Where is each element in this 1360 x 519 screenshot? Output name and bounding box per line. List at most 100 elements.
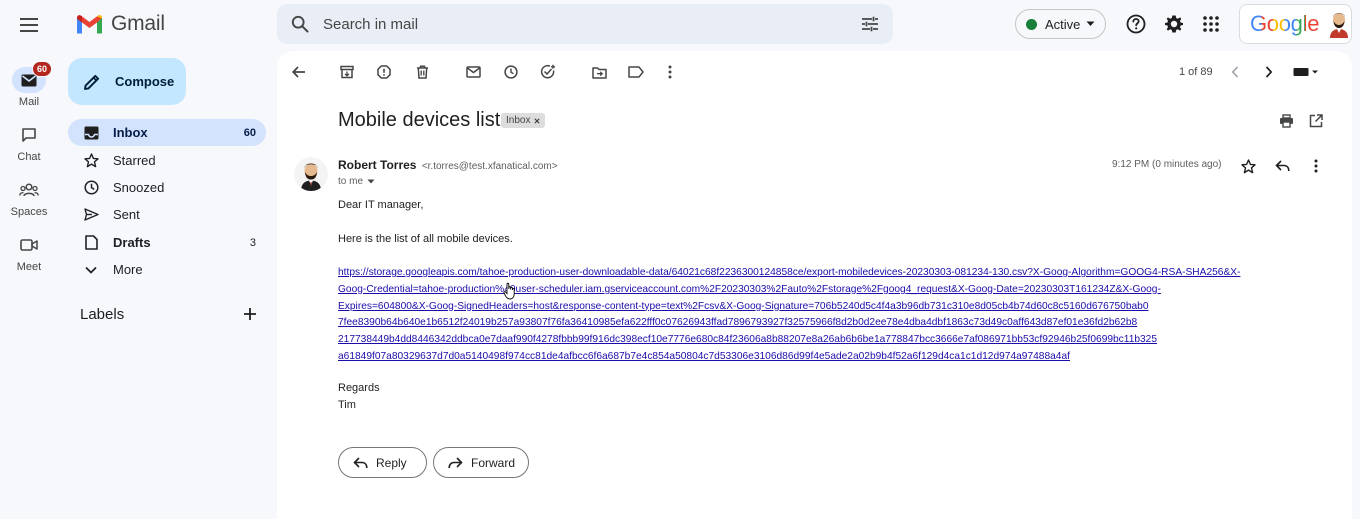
- input-tools-button[interactable]: [1292, 63, 1320, 81]
- label-icon: [628, 66, 644, 78]
- star-button[interactable]: [1239, 157, 1257, 175]
- chevron-right-icon: [1265, 66, 1273, 78]
- email-signoff: Regards: [338, 382, 380, 394]
- sidebar-item-label: Drafts: [113, 235, 151, 250]
- sidebar-item-snoozed[interactable]: Snoozed: [68, 174, 266, 201]
- google-account-button[interactable]: Google: [1239, 4, 1352, 44]
- sidebar-item-label: More: [113, 262, 143, 277]
- clock-icon: [83, 180, 99, 196]
- support-button[interactable]: [1124, 12, 1148, 36]
- video-camera-icon: [20, 239, 38, 251]
- download-link[interactable]: https://storage.googleapis.com/tahoe-pro…: [338, 265, 1328, 366]
- message-more-button[interactable]: [1307, 157, 1325, 175]
- arrow-back-icon: [292, 66, 305, 78]
- compose-button[interactable]: Compose: [68, 58, 186, 105]
- message-view: 1 of 89 Mobile devices list Inbox Robert…: [277, 51, 1352, 519]
- forward-label: Forward: [471, 455, 516, 470]
- drafts-count: 3: [249, 236, 256, 249]
- link-line[interactable]: a61849f07a80329637d7d0a5140498f974cc81de…: [338, 349, 1328, 366]
- sidebar-item-label: Inbox: [113, 125, 148, 140]
- sidebar-item-inbox[interactable]: Inbox 60: [68, 119, 266, 146]
- delete-button[interactable]: [413, 63, 431, 81]
- status-dot: [1026, 18, 1037, 30]
- folder-move-icon: [591, 66, 607, 79]
- open-in-new-window-button[interactable]: [1307, 112, 1325, 130]
- sidebar-item-drafts[interactable]: Drafts 3: [68, 229, 266, 256]
- rail-chat[interactable]: Chat: [0, 122, 58, 163]
- sidebar-item-sent[interactable]: Sent: [68, 201, 266, 228]
- labels-button[interactable]: [627, 63, 645, 81]
- search-bar[interactable]: [277, 4, 893, 44]
- recipient-details-toggle[interactable]: to me: [338, 176, 375, 187]
- rail-meet-label: Meet: [16, 261, 42, 273]
- mark-unread-button[interactable]: [464, 63, 482, 81]
- sender-name[interactable]: Robert Torres: [338, 158, 416, 172]
- apps-button[interactable]: [1199, 12, 1223, 36]
- sender-email: <r.torres@test.xfanatical.com>: [421, 161, 558, 172]
- reply-icon-button[interactable]: [1273, 157, 1291, 175]
- search-options-icon[interactable]: [861, 16, 879, 32]
- sidebar-item-label: Snoozed: [113, 180, 165, 195]
- google-brand-text: Google: [1250, 11, 1320, 36]
- inbox-count: 60: [243, 126, 256, 139]
- open-in-new-icon: [1309, 114, 1323, 128]
- email-subject: Mobile devices list: [338, 109, 501, 131]
- reply-label: Reply: [376, 455, 407, 470]
- spaces-icon: [19, 183, 39, 197]
- settings-button[interactable]: [1162, 12, 1186, 36]
- status-selector[interactable]: Active: [1015, 9, 1106, 39]
- link-line[interactable]: Expires=604800&X-Goog-SignedHeaders=host…: [338, 299, 1328, 316]
- more-actions-button[interactable]: [661, 63, 679, 81]
- move-to-button[interactable]: [590, 63, 608, 81]
- google-wordmark: Google: [1250, 11, 1319, 37]
- gmail-logo[interactable]: Gmail: [76, 12, 165, 36]
- sidebar-item-more[interactable]: More: [68, 256, 266, 283]
- back-button[interactable]: [290, 63, 308, 81]
- folder-label-text: Inbox: [506, 115, 531, 126]
- search-icon[interactable]: [291, 15, 309, 33]
- sender-avatar[interactable]: [294, 157, 328, 191]
- send-icon: [83, 207, 99, 223]
- trash-icon: [416, 65, 428, 79]
- archive-icon: [340, 65, 354, 79]
- pencil-icon: [84, 74, 100, 90]
- link-line[interactable]: https://storage.googleapis.com/tahoe-pro…: [338, 265, 1328, 282]
- clock-icon: [504, 65, 518, 79]
- hamburger-icon: [20, 18, 38, 32]
- app-name: Gmail: [111, 12, 165, 35]
- account-avatar: [1327, 10, 1351, 38]
- search-input[interactable]: [323, 15, 861, 33]
- create-label-button[interactable]: [243, 307, 257, 321]
- newer-button[interactable]: [1226, 63, 1244, 81]
- folder-label-chip[interactable]: Inbox: [501, 113, 546, 128]
- reply-button[interactable]: Reply: [338, 447, 427, 478]
- star-icon: [83, 153, 99, 169]
- rail-mail[interactable]: 60 Mail: [0, 61, 58, 108]
- link-line[interactable]: Goog-Credential=tahoe-production%40user-…: [338, 282, 1328, 299]
- link-line[interactable]: 217738449b4dd8446342ddbca0e7daaf990f4278…: [338, 332, 1328, 349]
- report-spam-button[interactable]: [375, 63, 393, 81]
- print-icon: [1279, 114, 1293, 128]
- email-intro: Here is the list of all mobile devices.: [338, 233, 513, 245]
- caret-down-icon: [1086, 21, 1095, 27]
- reply-icon: [1274, 160, 1290, 172]
- rail-meet[interactable]: Meet: [0, 232, 58, 273]
- email-greeting: Dear IT manager,: [338, 199, 424, 211]
- add-to-tasks-button[interactable]: [539, 63, 557, 81]
- snooze-button[interactable]: [502, 63, 520, 81]
- main-menu-button[interactable]: [17, 13, 41, 37]
- reply-icon: [353, 456, 368, 468]
- link-line[interactable]: 7fee8390b64b640e1b6512f24019b257a93807f7…: [338, 315, 1328, 332]
- archive-button[interactable]: [338, 63, 356, 81]
- star-outline-icon: [1240, 158, 1256, 173]
- forward-icon: [448, 456, 463, 468]
- print-all-button[interactable]: [1277, 112, 1295, 130]
- email-signature: Tim: [338, 399, 356, 411]
- chevron-left-icon: [1231, 66, 1239, 78]
- forward-button[interactable]: Forward: [433, 447, 529, 478]
- more-vert-icon: [668, 65, 672, 79]
- older-button[interactable]: [1260, 63, 1278, 81]
- user-avatar-icon: [294, 157, 328, 191]
- sidebar-item-starred[interactable]: Starred: [68, 147, 266, 174]
- rail-spaces[interactable]: Spaces: [0, 177, 58, 218]
